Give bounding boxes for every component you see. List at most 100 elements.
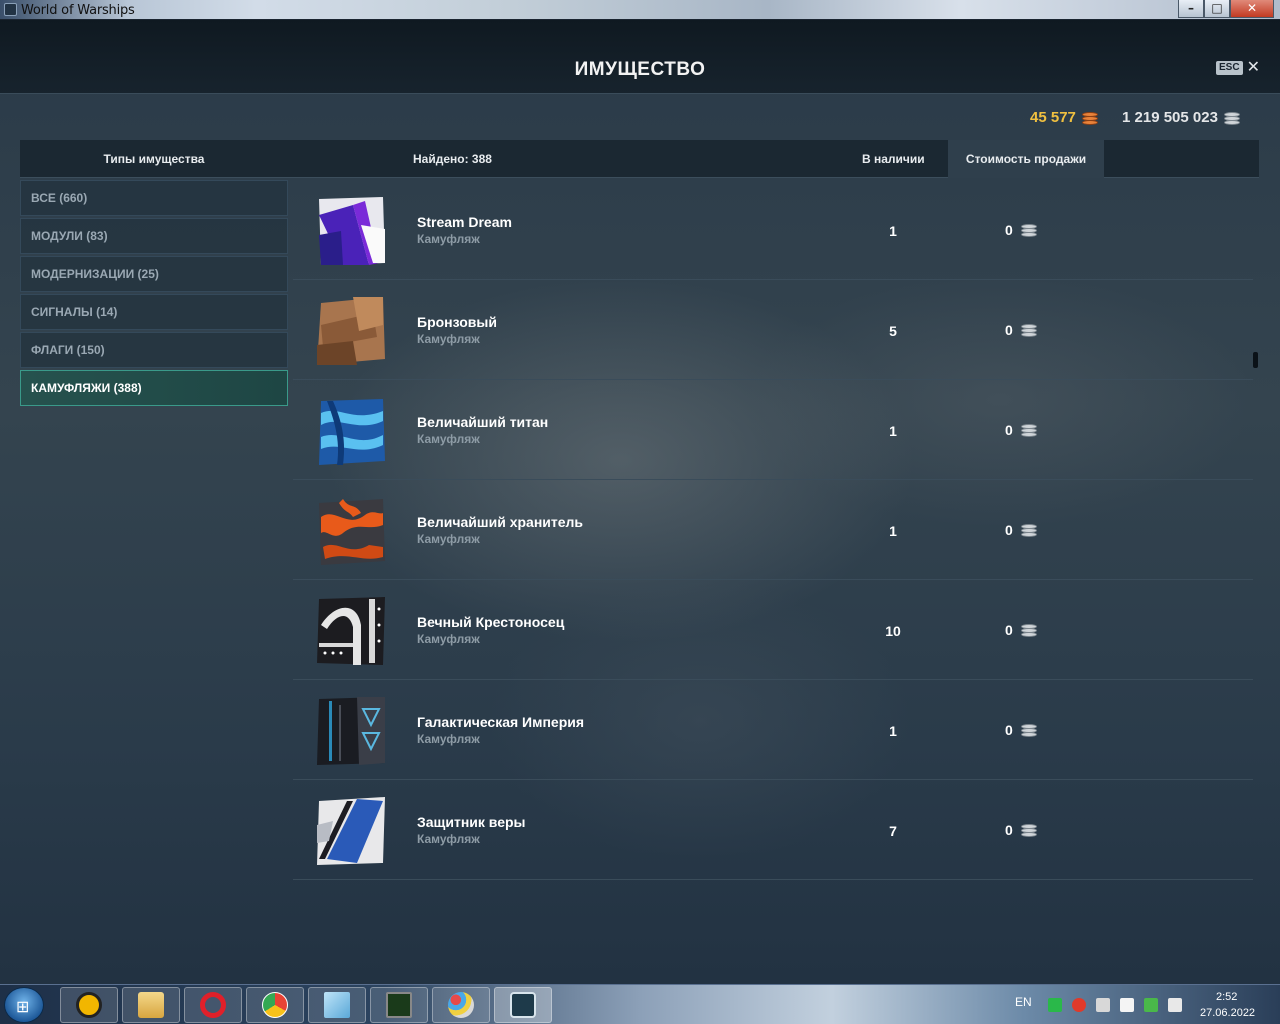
price-value: 0 — [1005, 822, 1013, 838]
item-type: Камуфляж — [417, 732, 480, 746]
list-scrollbar[interactable] — [1253, 352, 1258, 368]
window-controls: – □ ✕ — [1178, 0, 1274, 18]
credits-icon — [1020, 423, 1037, 437]
volume-icon[interactable] — [1096, 998, 1110, 1012]
item-name: Величайший титан — [417, 414, 549, 430]
credits-icon — [1223, 111, 1240, 125]
list-item[interactable]: Величайший титан Камуфляж 1 0 — [293, 380, 1253, 480]
list-item[interactable]: Stream Dream Камуфляж 1 0 — [293, 180, 1253, 280]
esc-close-button[interactable]: ESC ✕ — [1216, 60, 1260, 76]
tray-red-icon[interactable] — [1072, 998, 1086, 1012]
item-sale-price: 0 — [1005, 722, 1037, 738]
price-value: 0 — [1005, 322, 1013, 338]
taskbar-chrome[interactable] — [246, 987, 304, 1023]
item-sale-price: 0 — [1005, 422, 1037, 438]
list-item[interactable]: Галактическая Империя Камуфляж 1 0 — [293, 680, 1253, 780]
item-sale-price: 0 — [1005, 622, 1037, 638]
category-modules[interactable]: МОДУЛИ (83) — [20, 218, 288, 254]
game-window: ИМУЩЕСТВО ESC ✕ 45 577 1 219 505 023 Тип… — [0, 20, 1280, 984]
close-window-button[interactable]: ✕ — [1230, 0, 1274, 18]
list-item[interactable]: Величайший хранитель Камуфляж 1 0 — [293, 480, 1253, 580]
list-item[interactable]: Защитник веры Камуфляж 7 0 — [293, 780, 1253, 880]
system-tray: EN 2:52 27.06.2022 — [1012, 985, 1280, 1024]
price-value: 0 — [1005, 422, 1013, 438]
galactic-empire-camo-icon — [317, 697, 385, 765]
windows-start-icon: ⊞ — [16, 999, 30, 1016]
credits-icon — [1020, 223, 1037, 237]
item-name: Бронзовый — [417, 314, 497, 330]
paint-icon — [448, 992, 474, 1018]
item-sale-price: 0 — [1005, 522, 1037, 538]
world-of-warships-icon — [510, 992, 536, 1018]
taskbar-opera[interactable] — [184, 987, 242, 1023]
doubloons-balance: 45 577 — [1030, 109, 1098, 126]
category-sidebar: ВСЕ (660) МОДУЛИ (83) МОДЕРНИЗАЦИИ (25) … — [20, 180, 288, 408]
credits-amount: 1 219 505 023 — [1122, 109, 1218, 126]
item-type: Камуфляж — [417, 532, 480, 546]
stream-dream-camo-icon — [319, 197, 385, 265]
taskbar-paint[interactable] — [432, 987, 490, 1023]
taskbar-world-of-warships[interactable] — [494, 987, 552, 1023]
taskbar-app-triangle[interactable] — [60, 987, 118, 1023]
item-sale-price: 0 — [1005, 322, 1037, 338]
list-item[interactable]: Вечный Крестоносец Камуфляж 10 0 — [293, 580, 1253, 680]
nvidia-icon[interactable] — [1144, 998, 1158, 1012]
notepad-icon — [324, 992, 350, 1018]
item-type: Камуфляж — [417, 332, 480, 346]
table-header: Типы имущества Найдено: 388 В наличии Ст… — [20, 140, 1259, 178]
window-title: World of Warships — [21, 3, 135, 18]
minimize-button[interactable]: – — [1178, 0, 1204, 18]
greatest-titan-camo-icon — [319, 399, 385, 465]
file-explorer-icon — [138, 992, 164, 1018]
flag-icon[interactable] — [1120, 998, 1134, 1012]
item-type: Камуфляж — [417, 832, 480, 846]
column-stock[interactable]: В наличии — [862, 140, 925, 178]
tray-green-icon[interactable] — [1048, 998, 1062, 1012]
item-list: Stream Dream Камуфляж 1 0 Бронзовый Каму… — [293, 180, 1253, 880]
credits-balance: 1 219 505 023 — [1122, 109, 1240, 126]
esc-key-badge: ESC — [1216, 61, 1243, 75]
item-type: Камуфляж — [417, 232, 480, 246]
monitor-icon — [386, 992, 412, 1018]
item-quantity: 5 — [889, 323, 897, 339]
page-title: ИМУЩЕСТВО — [574, 59, 706, 80]
category-camouflages[interactable]: КАМУФЛЯЖИ (388) — [20, 370, 288, 406]
item-sale-price: 0 — [1005, 822, 1037, 838]
category-upgrades[interactable]: МОДЕРНИЗАЦИИ (25) — [20, 256, 288, 292]
maximize-button[interactable]: □ — [1204, 0, 1230, 18]
category-all[interactable]: ВСЕ (660) — [20, 180, 288, 216]
category-flags[interactable]: ФЛАГИ (150) — [20, 332, 288, 368]
language-indicator[interactable]: EN — [1015, 995, 1032, 1009]
credits-icon — [1020, 523, 1037, 537]
taskbar-monitor[interactable] — [370, 987, 428, 1023]
defender-of-faith-camo-icon — [317, 797, 385, 865]
item-name: Защитник веры — [417, 814, 526, 830]
bronze-camo-icon — [317, 297, 385, 365]
windows-start-button[interactable]: ⊞ — [4, 987, 44, 1023]
credits-icon — [1020, 723, 1037, 737]
item-sale-price: 0 — [1005, 222, 1037, 238]
column-found: Найдено: 388 — [413, 152, 492, 166]
network-icon[interactable] — [1168, 998, 1182, 1012]
item-quantity: 1 — [889, 223, 897, 239]
greatest-keeper-camo-icon — [319, 499, 385, 565]
item-quantity: 7 — [889, 823, 897, 839]
price-value: 0 — [1005, 222, 1013, 238]
credits-icon — [1020, 623, 1037, 637]
wows-app-icon — [4, 3, 17, 16]
clock-time[interactable]: 2:52 — [1216, 991, 1237, 1003]
taskbar-notepad[interactable] — [308, 987, 366, 1023]
item-quantity: 1 — [889, 723, 897, 739]
credits-icon — [1020, 823, 1037, 837]
taskbar-file-explorer[interactable] — [122, 987, 180, 1023]
item-quantity: 1 — [889, 423, 897, 439]
app-triangle-icon — [76, 992, 102, 1018]
list-item[interactable]: Бронзовый Камуфляж 5 0 — [293, 280, 1253, 380]
item-quantity: 1 — [889, 523, 897, 539]
column-sale-price[interactable]: Стоимость продажи — [948, 140, 1104, 178]
price-value: 0 — [1005, 522, 1013, 538]
category-signals[interactable]: СИГНАЛЫ (14) — [20, 294, 288, 330]
clock-date[interactable]: 27.06.2022 — [1200, 1007, 1255, 1019]
eternal-crusader-camo-icon — [317, 597, 385, 665]
item-type: Камуфляж — [417, 632, 480, 646]
